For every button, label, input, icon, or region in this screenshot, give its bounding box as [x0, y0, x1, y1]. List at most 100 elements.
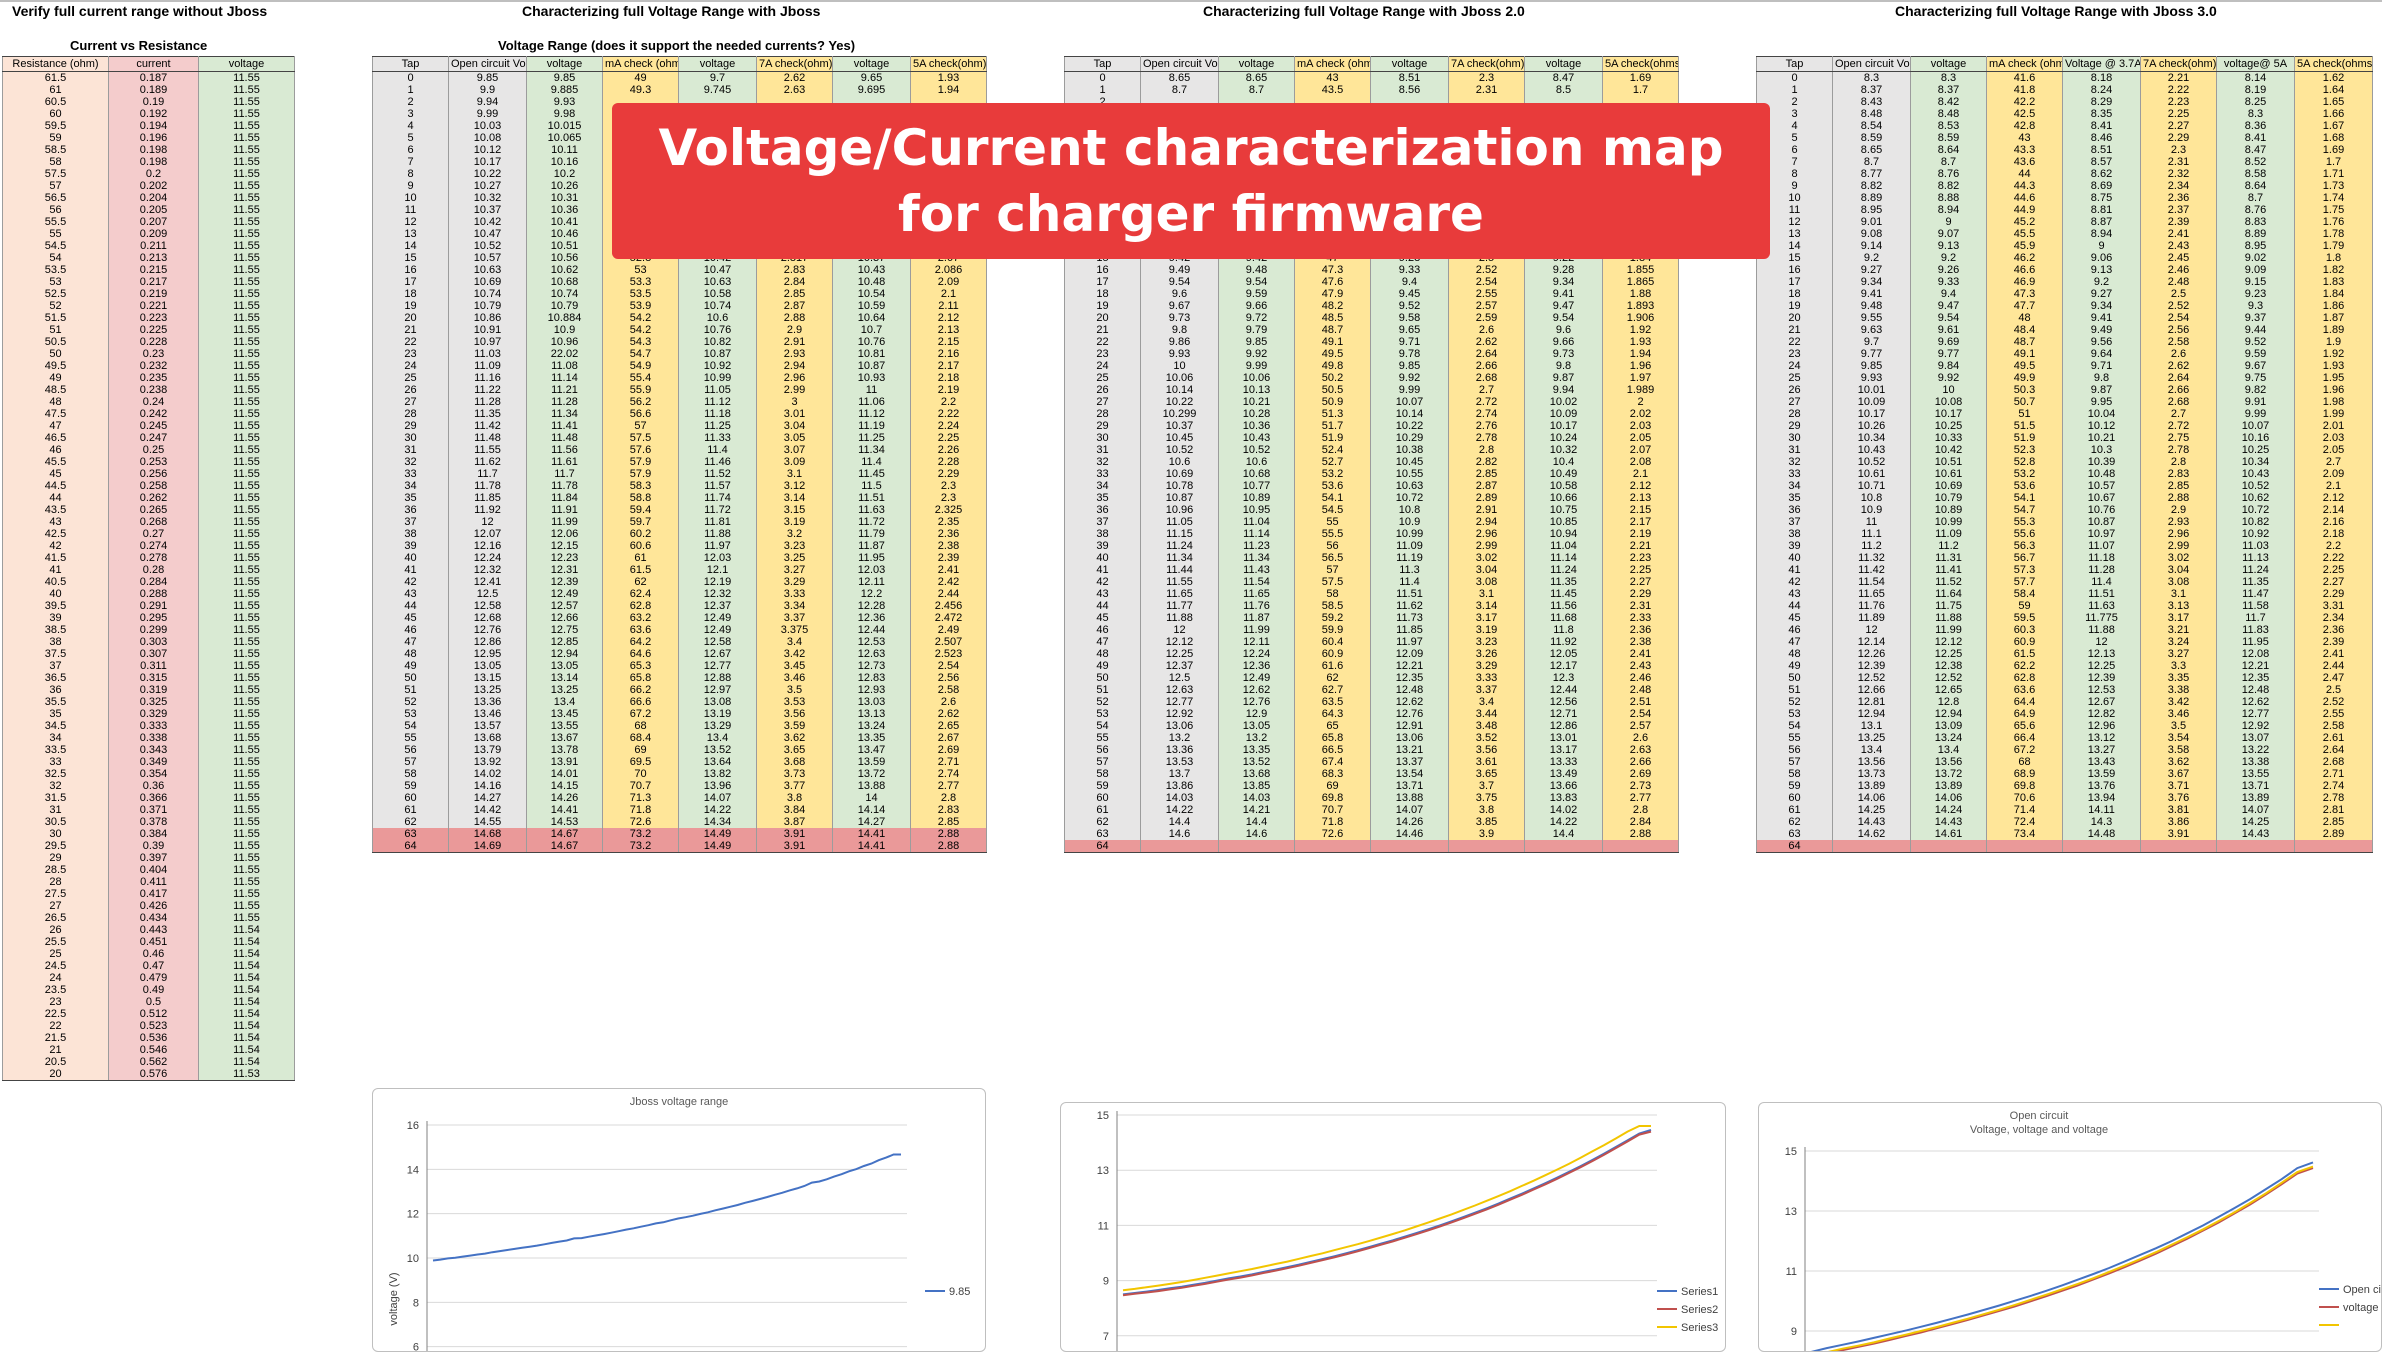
- table-cell[interactable]: 11.55: [198, 840, 295, 852]
- table-cell[interactable]: 2.1: [2294, 480, 2373, 492]
- table-cell[interactable]: 57.3: [1986, 564, 2063, 576]
- table-cell[interactable]: 34: [2, 732, 109, 744]
- table-cell[interactable]: 64.3: [1294, 708, 1371, 720]
- table-cell[interactable]: 0.245: [108, 420, 199, 432]
- table-cell[interactable]: 46: [372, 624, 449, 636]
- table-cell[interactable]: 28: [2, 876, 109, 888]
- table-cell[interactable]: 1.9: [2294, 336, 2373, 348]
- table-cell[interactable]: 22.02: [526, 348, 603, 360]
- table-cell[interactable]: 27: [1756, 396, 1833, 408]
- table-cell[interactable]: 29.5: [2, 840, 109, 852]
- table-cell[interactable]: 11.54: [198, 960, 295, 972]
- table-cell[interactable]: 12.14: [1832, 636, 1911, 648]
- table-cell[interactable]: 11.55: [198, 516, 295, 528]
- table-cell[interactable]: 2.74: [1448, 408, 1525, 420]
- table-cell[interactable]: 37.5: [2, 648, 109, 660]
- table-cell[interactable]: 2.325: [910, 504, 987, 516]
- table-cell[interactable]: 11.12: [832, 408, 911, 420]
- table-cell[interactable]: 0.217: [108, 276, 199, 288]
- table-cell[interactable]: 2.09: [2294, 468, 2373, 480]
- table-cell[interactable]: 2.57: [1602, 720, 1679, 732]
- table-cell[interactable]: 2.93: [756, 348, 833, 360]
- table-cell[interactable]: 10.34: [1832, 432, 1911, 444]
- table-cell[interactable]: 17: [372, 276, 449, 288]
- table-cell[interactable]: 13.64: [678, 756, 757, 768]
- table-cell[interactable]: 40: [2, 588, 109, 600]
- table-cell[interactable]: 13.15: [448, 672, 527, 684]
- table-cell[interactable]: 22: [2, 1020, 109, 1032]
- table-cell[interactable]: 13.19: [678, 708, 757, 720]
- table-cell[interactable]: 24.5: [2, 960, 109, 972]
- table-cell[interactable]: 13.14: [526, 672, 603, 684]
- table-cell[interactable]: 1.76: [2294, 216, 2373, 228]
- table-cell[interactable]: 10.52: [1218, 444, 1295, 456]
- table-cell[interactable]: 8.35: [2062, 108, 2141, 120]
- table-cell[interactable]: 14: [832, 792, 911, 804]
- table-cell[interactable]: 3.67: [2140, 768, 2217, 780]
- table-cell[interactable]: 11.83: [2216, 624, 2295, 636]
- table-cell[interactable]: 13.72: [1910, 768, 1987, 780]
- table-cell[interactable]: 2.48: [2140, 276, 2217, 288]
- table-cell[interactable]: 1.65: [2294, 96, 2373, 108]
- table-cell[interactable]: 10.6: [678, 312, 757, 324]
- table-cell[interactable]: 14.21: [1218, 804, 1295, 816]
- table-cell[interactable]: 46.9: [1986, 276, 2063, 288]
- table-cell[interactable]: 63.5: [1294, 696, 1371, 708]
- table-cell[interactable]: 10.34: [2216, 456, 2295, 468]
- table-cell[interactable]: 9.85: [526, 71, 603, 84]
- table-cell[interactable]: 1.99: [2294, 408, 2373, 420]
- column-header[interactable]: Open circuit Voltage: [1832, 56, 1911, 72]
- table-cell[interactable]: 9.93: [1140, 348, 1219, 360]
- table-cell[interactable]: 10.58: [1524, 480, 1603, 492]
- table-cell[interactable]: 21: [1756, 324, 1833, 336]
- table-cell[interactable]: 30.5: [2, 816, 109, 828]
- table-cell[interactable]: 53.6: [1986, 480, 2063, 492]
- table-cell[interactable]: 10.39: [2062, 456, 2141, 468]
- table-cell[interactable]: 10.7: [832, 324, 911, 336]
- table-cell[interactable]: 13.27: [2062, 744, 2141, 756]
- table-cell[interactable]: 11.48: [526, 432, 603, 444]
- table-cell[interactable]: 10.45: [1370, 456, 1449, 468]
- table-cell[interactable]: 3.4: [756, 636, 833, 648]
- table-cell[interactable]: 0.295: [108, 612, 199, 624]
- table-cell[interactable]: 10.81: [832, 348, 911, 360]
- table-cell[interactable]: 12.68: [448, 612, 527, 624]
- table-cell[interactable]: 45.5: [2, 456, 109, 468]
- table-cell[interactable]: 10.22: [1370, 420, 1449, 432]
- table-cell[interactable]: 48.4: [1986, 324, 2063, 336]
- table-cell[interactable]: 0.25: [108, 444, 199, 456]
- table-cell[interactable]: 9.14: [1832, 240, 1911, 252]
- table-cell[interactable]: 62.8: [1986, 672, 2063, 684]
- table-cell[interactable]: 11.54: [198, 1020, 295, 1032]
- table-cell[interactable]: 42: [1756, 576, 1833, 588]
- table-cell[interactable]: 3.2: [756, 528, 833, 540]
- table-cell[interactable]: 10.52: [2216, 480, 2295, 492]
- table-cell[interactable]: 48.5: [1294, 312, 1371, 324]
- table-cell[interactable]: 11.56: [1524, 600, 1603, 612]
- table-cell[interactable]: 2.22: [2140, 84, 2217, 96]
- table-cell[interactable]: 9.7: [678, 71, 757, 84]
- table-cell[interactable]: 10.43: [2216, 468, 2295, 480]
- table-cell[interactable]: 60.9: [1986, 636, 2063, 648]
- table-cell[interactable]: 12.62: [2216, 696, 2295, 708]
- table-cell[interactable]: 11.12: [678, 396, 757, 408]
- table-cell[interactable]: 13.86: [1140, 780, 1219, 792]
- table-cell[interactable]: 11.88: [1140, 612, 1219, 624]
- table-cell[interactable]: 0.5: [108, 996, 199, 1008]
- table-cell[interactable]: 3.73: [756, 768, 833, 780]
- table-cell[interactable]: 2.45: [2140, 252, 2217, 264]
- table-cell[interactable]: 51: [372, 684, 449, 696]
- table-cell[interactable]: 13.88: [832, 780, 911, 792]
- table-cell[interactable]: 34: [1064, 480, 1141, 492]
- table-cell[interactable]: 3.34: [756, 600, 833, 612]
- table-cell[interactable]: 14.07: [678, 792, 757, 804]
- table-cell[interactable]: 3.9: [1448, 828, 1525, 840]
- table-cell[interactable]: 46: [1064, 624, 1141, 636]
- table-cell[interactable]: 10.96: [1140, 504, 1219, 516]
- table-cell[interactable]: 12: [1140, 624, 1219, 636]
- table-cell[interactable]: 0.426: [108, 900, 199, 912]
- table-cell[interactable]: 53: [602, 264, 679, 276]
- table-cell[interactable]: 51.7: [1294, 420, 1371, 432]
- table-cell[interactable]: 70.7: [1294, 804, 1371, 816]
- table-cell[interactable]: 2.21: [1602, 540, 1679, 552]
